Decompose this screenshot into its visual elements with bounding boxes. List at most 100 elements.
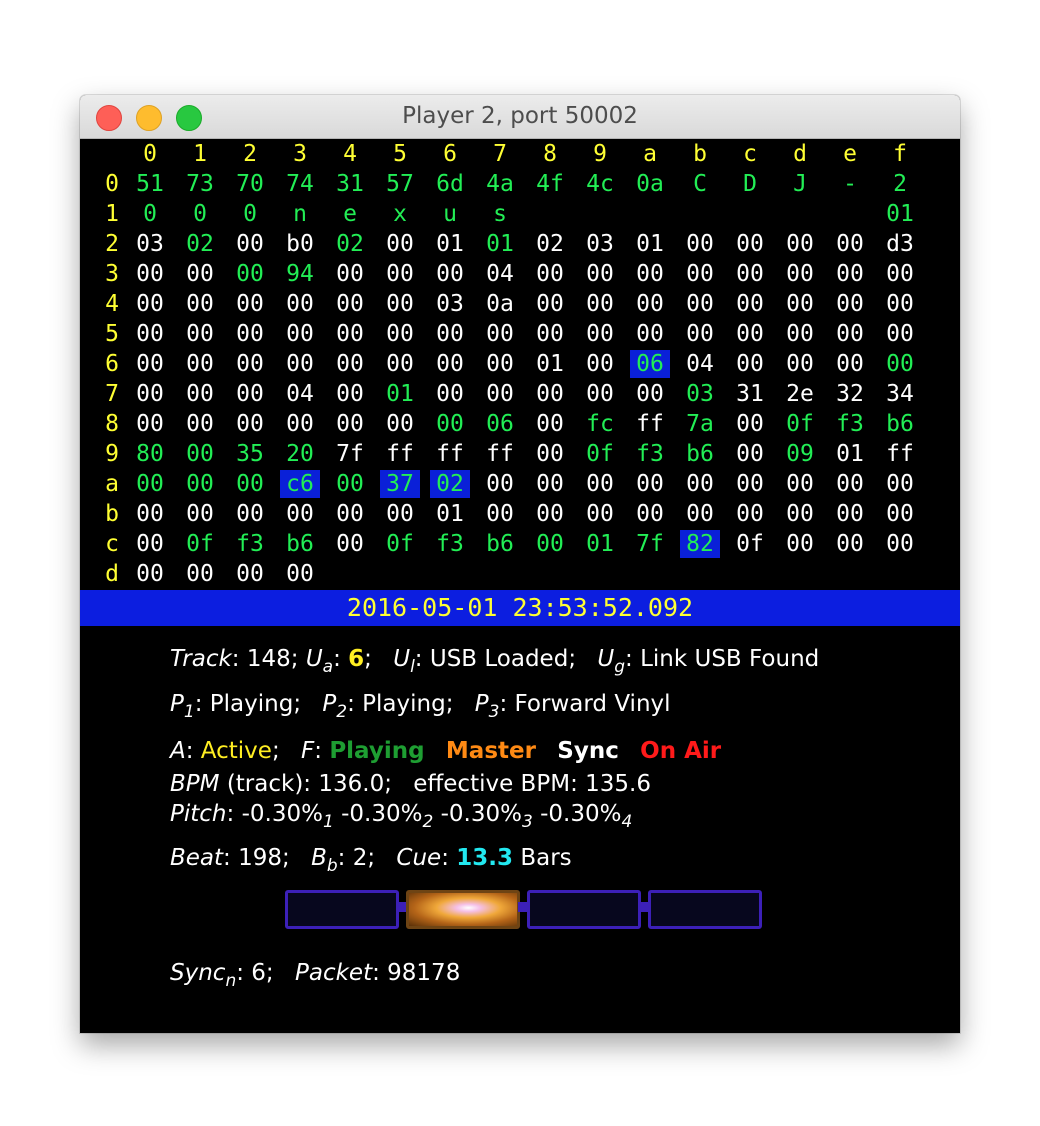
hex-byte-cell: 00	[786, 231, 814, 257]
hex-byte-cell: 00	[886, 501, 914, 527]
hex-byte-cell: 00	[736, 321, 764, 347]
status-line-sync: Syncn: 6; Packet: 98178	[170, 960, 461, 991]
hex-byte-cell: 00	[736, 231, 764, 257]
hex-byte-cell: 00	[636, 291, 664, 317]
hex-byte-cell: 00	[836, 351, 864, 377]
hex-dump: 0 1 2 3 4 5 6 7 8 9 a b c d e f 0 51 73 70 74 31 57 6d 4a 4f 4c 0a C…	[80, 138, 960, 590]
hex-byte-cell: 00	[586, 381, 614, 407]
hex-byte-cell: 4c	[586, 171, 614, 197]
hex-byte-cell: 00	[186, 321, 214, 347]
hex-byte-cell: 00	[536, 261, 564, 287]
hex-byte-cell: 00	[786, 321, 814, 347]
hex-byte-cell: 00	[136, 291, 164, 317]
hex-byte-cell: 06	[486, 411, 514, 437]
hex-byte-cell: 00	[436, 381, 464, 407]
hex-row-label: a	[105, 471, 119, 497]
hex-byte-cell: 00	[136, 501, 164, 527]
hex-byte-cell: 00	[186, 261, 214, 287]
hex-byte-cell: 00	[236, 321, 264, 347]
hex-byte-cell: 00	[636, 321, 664, 347]
hex-byte-cell: 2	[893, 171, 907, 197]
hex-byte-cell: 00	[686, 231, 714, 257]
hex-byte-cell: 0f	[386, 531, 414, 557]
hex-column-header: e	[843, 141, 857, 167]
hex-row-label: 2	[105, 231, 119, 257]
title-bar[interactable]: Player 2, port 50002	[80, 95, 960, 139]
hex-byte-cell: 00	[386, 321, 414, 347]
hex-column-header: 7	[493, 141, 507, 167]
hex-byte-cell: 0f	[736, 531, 764, 557]
hex-byte-cell: 00	[286, 351, 314, 377]
hex-byte-cell: 70	[236, 171, 264, 197]
hex-byte-cell: 00	[736, 501, 764, 527]
hex-byte-cell: 00	[636, 381, 664, 407]
hex-byte-cell	[580, 200, 620, 228]
hex-byte-cell: 00	[136, 261, 164, 287]
hex-byte-cell: 03	[686, 381, 714, 407]
hex-column-header: f	[893, 141, 907, 167]
hex-byte-cell: 00	[886, 291, 914, 317]
hex-byte-cell: 01	[386, 381, 414, 407]
beat-bar	[527, 890, 641, 929]
hex-byte-cell: 80	[136, 441, 164, 467]
hex-byte-cell: J	[793, 171, 807, 197]
hex-byte-cell: 0f	[786, 411, 814, 437]
hex-byte-cell: e	[343, 201, 357, 227]
hex-byte-cell: b6	[686, 441, 714, 467]
hex-byte-cell: 00	[236, 291, 264, 317]
status-line-track: Track: 148; Ua: 6; Ul: USB Loaded; Ug: L…	[170, 646, 820, 677]
hex-byte-cell: 03	[586, 231, 614, 257]
hex-byte-cell: 00	[486, 351, 514, 377]
hex-column-header: 6	[443, 141, 457, 167]
hex-byte-cell: 0	[243, 201, 257, 227]
hex-byte-cell: 00	[336, 501, 364, 527]
hex-byte-cell: 01	[886, 201, 914, 227]
hex-row-label: 8	[105, 411, 119, 437]
hex-byte-cell: 00	[486, 321, 514, 347]
hex-byte-cell: 00	[786, 501, 814, 527]
hex-row-label: 6	[105, 351, 119, 377]
hex-byte-cell: 00	[536, 321, 564, 347]
hex-byte-cell: 00	[386, 501, 414, 527]
hex-byte-cell: 00	[886, 261, 914, 287]
hex-byte-cell: 01	[536, 351, 564, 377]
hex-byte-cell: 00	[136, 351, 164, 377]
hex-byte-cell: 04	[286, 381, 314, 407]
hex-byte-cell: 37	[380, 470, 420, 498]
hex-byte-cell: 00	[186, 561, 214, 587]
hex-column-header: 9	[593, 141, 607, 167]
hex-byte-cell: 31	[336, 171, 364, 197]
master-flag: Master	[445, 738, 536, 764]
hex-byte-cell: 00	[136, 381, 164, 407]
hex-column-header: 1	[193, 141, 207, 167]
hex-byte-cell: 06	[630, 350, 670, 378]
hex-byte-cell: 0f	[186, 531, 214, 557]
hex-column-header: d	[793, 141, 807, 167]
hex-byte-cell: 00	[336, 351, 364, 377]
hex-byte-cell: D	[743, 171, 757, 197]
hex-byte-cell: 00	[836, 321, 864, 347]
hex-byte-cell: ff	[386, 441, 414, 467]
hex-byte-cell: 00	[386, 291, 414, 317]
hex-column-header: 8	[543, 141, 557, 167]
hex-byte-cell: 00	[136, 471, 164, 497]
cue-countdown: 13.3	[456, 845, 514, 871]
hex-byte-cell: 0f	[586, 441, 614, 467]
hex-byte-cell: 00	[786, 261, 814, 287]
hex-byte-cell: 20	[286, 441, 314, 467]
hex-byte-cell: b6	[886, 411, 914, 437]
hex-byte-cell: 00	[586, 471, 614, 497]
hex-byte-cell: 00	[836, 471, 864, 497]
hex-byte-cell: 00	[486, 471, 514, 497]
hex-byte-cell: 00	[136, 531, 164, 557]
hex-byte-cell: 04	[686, 351, 714, 377]
hex-byte-cell: 02	[430, 470, 470, 498]
hex-byte-cell	[730, 200, 770, 228]
hex-byte-cell: 7a	[686, 411, 714, 437]
hex-byte-cell: 4a	[486, 171, 514, 197]
hex-byte-cell: 01	[586, 531, 614, 557]
hex-byte-cell: 00	[586, 261, 614, 287]
hex-byte-cell: 00	[586, 321, 614, 347]
hex-byte-cell: 0a	[636, 171, 664, 197]
hex-byte-cell	[630, 200, 670, 228]
